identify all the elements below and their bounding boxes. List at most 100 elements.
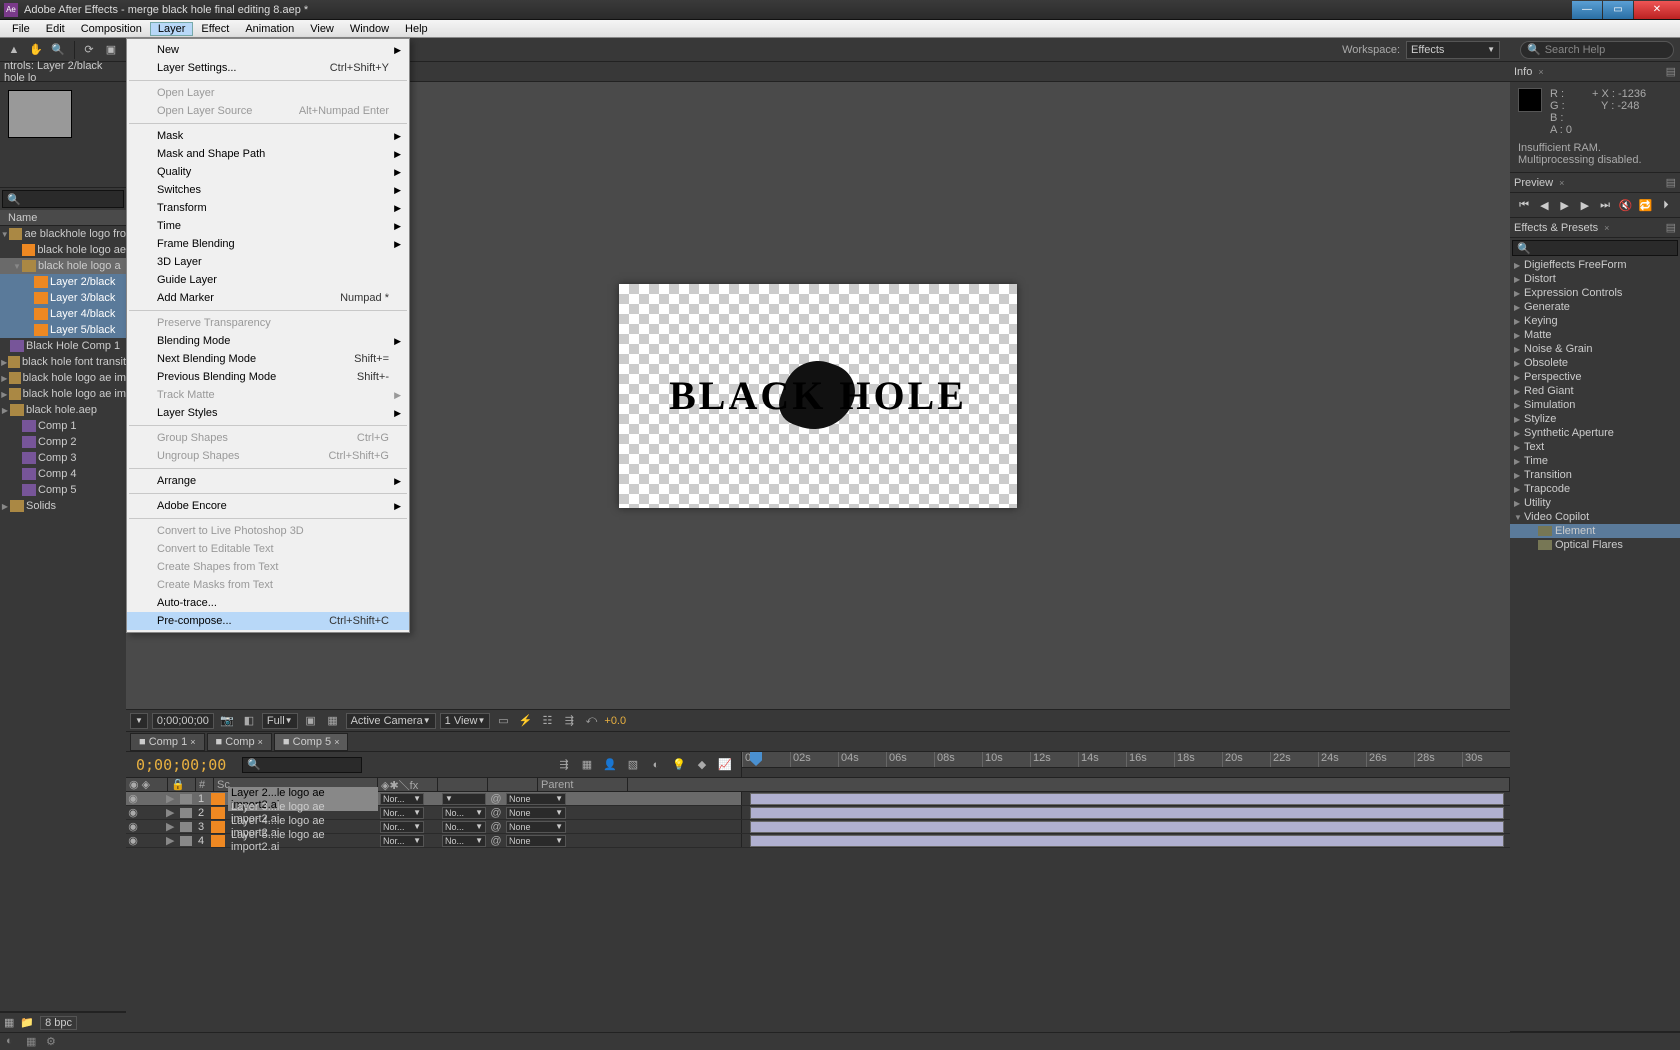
project-item[interactable]: ▼black hole logo a [0, 258, 126, 274]
frame-blend-icon[interactable]: ▧ [623, 755, 643, 775]
timeline-layer-row[interactable]: ◉▶4Layer 5...le logo ae import2.aiNor...… [126, 834, 1510, 848]
timeline-timecode[interactable]: 0;00;00;00 [126, 756, 236, 774]
effects-category[interactable]: ▶Stylize [1510, 412, 1680, 426]
new-folder-icon[interactable]: 📁 [20, 1016, 34, 1029]
visibility-toggle-icon[interactable]: ◉ [126, 820, 140, 833]
blend-mode-dropdown[interactable]: Nor...▼ [380, 793, 424, 805]
effects-search-input[interactable]: 🔍 [1512, 240, 1678, 256]
motion-blur-icon[interactable]: ◐ [646, 755, 666, 775]
menu-item-new[interactable]: New▶ [127, 41, 409, 59]
roi-icon[interactable]: ▣ [302, 713, 320, 729]
snapshot-icon[interactable]: 📷 [218, 713, 236, 729]
rotate-tool-icon[interactable]: ⟳ [79, 40, 99, 60]
camera-tool-icon[interactable]: ▣ [101, 40, 121, 60]
track-matte-dropdown[interactable]: No...▼ [442, 807, 486, 819]
maximize-button[interactable]: ▭ [1603, 1, 1633, 19]
effects-category[interactable]: ▶Transition [1510, 468, 1680, 482]
visibility-toggle-icon[interactable]: ◉ [126, 792, 140, 805]
reset-exposure-icon[interactable]: ⤺ [582, 713, 600, 729]
menu-item-quality[interactable]: Quality▶ [127, 163, 409, 181]
loop-icon[interactable]: 🔁 [1637, 197, 1655, 213]
pickwhip-icon[interactable]: @ [488, 821, 504, 833]
menu-item-add-marker[interactable]: Add MarkerNumpad * [127, 289, 409, 307]
panel-menu-icon[interactable]: ▤ [1666, 221, 1676, 234]
effects-category[interactable]: ▶Synthetic Aperture [1510, 426, 1680, 440]
menu-item-guide-layer[interactable]: Guide Layer [127, 271, 409, 289]
zoom-tool-icon[interactable]: 🔍 [48, 40, 68, 60]
timeline-search-input[interactable]: 🔍 [242, 757, 362, 773]
graph-editor-icon[interactable]: 📈 [715, 755, 735, 775]
search-help-input[interactable]: 🔍 Search Help [1520, 41, 1674, 59]
ram-preview-icon[interactable]: ⏵ [1657, 197, 1675, 213]
label-color-swatch[interactable] [180, 808, 192, 818]
menu-item-time[interactable]: Time▶ [127, 217, 409, 235]
menu-item-frame-blending[interactable]: Frame Blending▶ [127, 235, 409, 253]
first-frame-icon[interactable]: ⏮ [1515, 197, 1533, 213]
project-item[interactable]: Comp 1 [0, 418, 126, 434]
project-item[interactable]: Comp 4 [0, 466, 126, 482]
visibility-toggle-icon[interactable]: ◉ [126, 834, 140, 847]
project-item[interactable]: Comp 5 [0, 482, 126, 498]
effects-category[interactable]: ▶Keying [1510, 314, 1680, 328]
pickwhip-icon[interactable]: @ [488, 793, 504, 805]
project-column-header[interactable]: Name [0, 210, 126, 226]
selection-tool-icon[interactable]: ▲ [4, 40, 24, 60]
label-color-swatch[interactable] [180, 822, 192, 832]
timeline-icon[interactable]: ☷ [538, 713, 556, 729]
effects-presets-tab[interactable]: Effects & Presets [1514, 222, 1598, 234]
project-item[interactable]: ▶black hole font transit [0, 354, 126, 370]
effects-category[interactable]: Optical Flares [1510, 538, 1680, 552]
next-frame-icon[interactable]: ▶ [1576, 197, 1594, 213]
menu-file[interactable]: File [4, 22, 38, 36]
timeline-tab[interactable]: ■ Comp 1 × [130, 733, 205, 751]
blend-mode-dropdown[interactable]: Nor...▼ [380, 835, 424, 847]
project-item[interactable]: Layer 2/black [0, 274, 126, 290]
effects-category[interactable]: ▶Utility [1510, 496, 1680, 510]
effects-category[interactable]: ▶Digieffects FreeForm [1510, 258, 1680, 272]
show-channel-icon[interactable]: ◧ [240, 713, 258, 729]
current-time-display[interactable]: 0;00;00;00 [152, 713, 214, 729]
layer-duration-bar[interactable] [750, 835, 1504, 847]
label-color-swatch[interactable] [180, 794, 192, 804]
menu-item-mask[interactable]: Mask▶ [127, 127, 409, 145]
project-item[interactable]: ▶black hole logo ae im [0, 386, 126, 402]
track-matte-dropdown[interactable]: No...▼ [442, 821, 486, 833]
play-icon[interactable]: ▶ [1556, 197, 1574, 213]
panel-menu-icon[interactable]: ▤ [1666, 65, 1676, 78]
effects-category[interactable]: ▼Video Copilot [1510, 510, 1680, 524]
auto-keyframe-icon[interactable]: ◆ [692, 755, 712, 775]
info-tab[interactable]: Info [1514, 66, 1532, 78]
effects-category[interactable]: ▶Noise & Grain [1510, 342, 1680, 356]
layer-duration-bar[interactable] [750, 807, 1504, 819]
camera-dropdown[interactable]: Active Camera ▼ [346, 713, 436, 729]
menu-item-mask-and-shape-path[interactable]: Mask and Shape Path▶ [127, 145, 409, 163]
menu-item-3d-layer[interactable]: 3D Layer [127, 253, 409, 271]
bpc-button[interactable]: 8 bpc [40, 1016, 77, 1030]
timeline-tab[interactable]: ■ Comp × [207, 733, 272, 751]
composition-canvas[interactable]: BLACK HOLE [619, 284, 1017, 508]
menu-item-pre-compose-[interactable]: Pre-compose...Ctrl+Shift+C [127, 612, 409, 630]
layer-duration-bar[interactable] [750, 793, 1504, 805]
menu-effect[interactable]: Effect [193, 22, 237, 36]
menu-item-previous-blending-mode[interactable]: Previous Blending ModeShift+- [127, 368, 409, 386]
project-item[interactable]: ▶black hole logo ae im [0, 370, 126, 386]
parent-dropdown[interactable]: None▼ [506, 835, 566, 847]
project-item[interactable]: Layer 5/black [0, 322, 126, 338]
pickwhip-icon[interactable]: @ [488, 807, 504, 819]
effects-category[interactable]: ▶Obsolete [1510, 356, 1680, 370]
blend-mode-dropdown[interactable]: Nor...▼ [380, 821, 424, 833]
comp-mini-flowchart-icon[interactable]: ⇶ [554, 755, 574, 775]
project-item[interactable]: black hole logo ae [0, 242, 126, 258]
status-icon[interactable]: ⚙ [46, 1035, 62, 1049]
hand-tool-icon[interactable]: ✋ [26, 40, 46, 60]
effects-category[interactable]: ▶Time [1510, 454, 1680, 468]
panel-menu-icon[interactable]: ▤ [1666, 176, 1676, 189]
menu-item-blending-mode[interactable]: Blending Mode▶ [127, 332, 409, 350]
menu-item-auto-trace-[interactable]: Auto-trace... [127, 594, 409, 612]
draft-3d-icon[interactable]: ▦ [577, 755, 597, 775]
parent-dropdown[interactable]: None▼ [506, 807, 566, 819]
menu-layer[interactable]: Layer [150, 22, 194, 36]
view-layout-dropdown[interactable]: 1 View ▼ [440, 713, 491, 729]
menu-item-transform[interactable]: Transform▶ [127, 199, 409, 217]
menu-item-adobe-encore[interactable]: Adobe Encore▶ [127, 497, 409, 515]
